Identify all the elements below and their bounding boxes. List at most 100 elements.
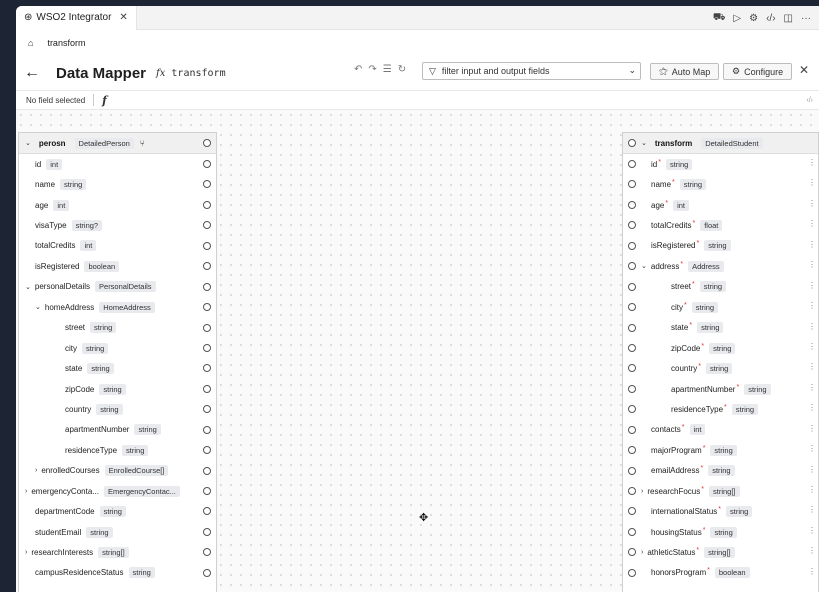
target-field-row[interactable]: name * string ⋮ <box>623 174 818 194</box>
target-field-port[interactable] <box>628 282 636 291</box>
more-options-icon[interactable]: ⋮ <box>808 322 816 331</box>
source-field-port[interactable] <box>203 364 211 373</box>
source-field-row[interactable]: zipCode string <box>19 379 216 399</box>
more-options-icon[interactable]: ⋮ <box>808 301 816 310</box>
chevron-down-icon[interactable]: ⌄ <box>628 65 636 76</box>
source-field-row[interactable]: isRegistered boolean <box>19 256 216 276</box>
target-field-port[interactable] <box>628 160 636 168</box>
source-field-row[interactable]: ⌄ personalDetails PersonalDetails <box>19 277 216 297</box>
source-field-row[interactable]: residenceType string <box>19 440 216 460</box>
target-field-port[interactable] <box>628 425 636 434</box>
target-field-row[interactable]: zipCode * string ⋮ <box>623 338 818 358</box>
target-field-port[interactable] <box>628 221 636 230</box>
chevron-right-icon[interactable]: › <box>641 488 643 495</box>
expand-all-icon[interactable]: ☰ <box>383 64 392 75</box>
target-field-port[interactable] <box>628 200 636 209</box>
run-icon[interactable]: ▷ <box>733 13 741 24</box>
auto-map-button[interactable]: ⚝ Auto Map <box>650 63 720 80</box>
target-field-port[interactable] <box>628 262 636 271</box>
code-view-icon[interactable]: ‹/› <box>806 97 813 104</box>
target-field-port[interactable] <box>628 384 636 393</box>
chevron-right-icon[interactable]: › <box>25 488 27 495</box>
source-field-port[interactable] <box>203 180 211 189</box>
home-icon[interactable]: ⌂ <box>28 38 33 48</box>
more-options-icon[interactable]: ⋮ <box>808 281 816 290</box>
redo-icon[interactable]: ↷ <box>368 64 376 75</box>
chevron-down-icon[interactable]: ⌄ <box>25 139 31 147</box>
source-field-row[interactable]: › enrolledCourses EnrolledCourse[] <box>19 461 216 481</box>
target-field-port[interactable] <box>628 303 636 312</box>
fx-icon[interactable]: f <box>102 94 107 107</box>
target-field-row[interactable]: housingStatus * string ⋮ <box>623 522 818 542</box>
refresh-icon[interactable]: ↻ <box>398 64 406 75</box>
target-field-row[interactable]: street * string ⋮ <box>623 277 818 297</box>
debug-icon[interactable]: ⚙ <box>749 13 758 24</box>
target-field-row[interactable]: age * int ⋮ <box>623 195 818 215</box>
chevron-right-icon[interactable]: › <box>641 549 643 556</box>
target-field-port[interactable] <box>628 364 636 373</box>
source-field-row[interactable]: studentEmail string <box>19 522 216 542</box>
source-port[interactable] <box>203 139 211 147</box>
source-field-row[interactable]: totalCredits int <box>19 236 216 256</box>
source-field-row[interactable]: campusResidenceStatus string <box>19 563 216 583</box>
source-field-port[interactable] <box>203 221 211 230</box>
source-field-row[interactable]: city string <box>19 338 216 358</box>
target-field-row[interactable]: residenceType * string ⋮ <box>623 399 818 419</box>
source-field-row[interactable]: apartmentNumber string <box>19 420 216 440</box>
source-field-row[interactable]: country string <box>19 399 216 419</box>
chevron-right-icon[interactable]: › <box>35 467 37 474</box>
target-field-row[interactable]: majorProgram * string ⋮ <box>623 440 818 460</box>
source-field-row[interactable]: age int <box>19 195 216 215</box>
more-options-icon[interactable]: ⋮ <box>808 485 816 494</box>
target-field-row[interactable]: contacts * int ⋮ <box>623 420 818 440</box>
source-field-row[interactable]: departmentCode string <box>19 501 216 521</box>
source-field-port[interactable] <box>203 568 211 577</box>
more-options-icon[interactable]: ⋮ <box>808 546 816 555</box>
filter-input[interactable]: ▽ filter input and output fields ⌄ <box>422 62 641 80</box>
split-editor-icon[interactable]: ◫ <box>784 13 793 24</box>
close-tab-icon[interactable]: ✕ <box>119 12 127 23</box>
chevron-right-icon[interactable]: › <box>25 549 27 556</box>
target-field-port[interactable] <box>628 487 636 495</box>
source-field-port[interactable] <box>203 487 211 495</box>
source-field-port[interactable] <box>203 343 211 352</box>
source-field-port[interactable] <box>203 405 211 414</box>
more-options-icon[interactable]: ⋮ <box>808 424 816 433</box>
source-field-row[interactable]: state string <box>19 358 216 378</box>
chevron-down-icon[interactable]: ⌄ <box>35 303 41 311</box>
source-field-port[interactable] <box>203 425 211 434</box>
target-field-row[interactable]: country * string ⋮ <box>623 358 818 378</box>
source-field-row[interactable]: visaType string? <box>19 215 216 235</box>
target-field-port[interactable] <box>628 446 636 455</box>
target-field-row[interactable]: city * string ⋮ <box>623 297 818 317</box>
more-options-icon[interactable]: ⋮ <box>808 199 816 208</box>
more-options-icon[interactable]: ⋮ <box>808 178 816 187</box>
source-field-port[interactable] <box>203 466 211 475</box>
back-arrow-icon[interactable]: ← <box>24 64 46 82</box>
target-field-port[interactable] <box>628 241 636 250</box>
target-field-row[interactable]: › athleticStatus * string[] ⋮ <box>623 542 818 562</box>
source-field-port[interactable] <box>203 303 211 312</box>
target-field-row[interactable]: apartmentNumber * string ⋮ <box>623 379 818 399</box>
more-options-icon[interactable]: ⋮ <box>808 383 816 392</box>
source-field-port[interactable] <box>203 446 211 455</box>
source-field-row[interactable]: ⌄ homeAddress HomeAddress <box>19 297 216 317</box>
breadcrumb-item[interactable]: transform <box>47 38 85 48</box>
source-field-port[interactable] <box>203 160 211 168</box>
code-icon[interactable]: ‹/› <box>766 13 775 24</box>
source-field-port[interactable] <box>203 241 211 250</box>
more-options-icon[interactable]: ⋮ <box>808 505 816 514</box>
source-field-row[interactable]: name string <box>19 174 216 194</box>
source-field-port[interactable] <box>203 507 211 516</box>
undo-icon[interactable]: ↶ <box>354 64 362 75</box>
target-field-port[interactable] <box>628 323 636 332</box>
target-field-port[interactable] <box>628 568 636 577</box>
more-options-icon[interactable]: ⋮ <box>808 526 816 535</box>
wso2-icon[interactable]: ⛟ <box>713 12 726 25</box>
source-field-port[interactable] <box>203 262 211 271</box>
target-field-port[interactable] <box>628 466 636 475</box>
chevron-down-icon[interactable]: ⌄ <box>641 262 647 270</box>
configure-button[interactable]: ⚙ Configure <box>723 63 793 80</box>
source-field-port[interactable] <box>203 282 211 291</box>
source-field-row[interactable]: › emergencyConta... EmergencyContac... <box>19 481 216 501</box>
